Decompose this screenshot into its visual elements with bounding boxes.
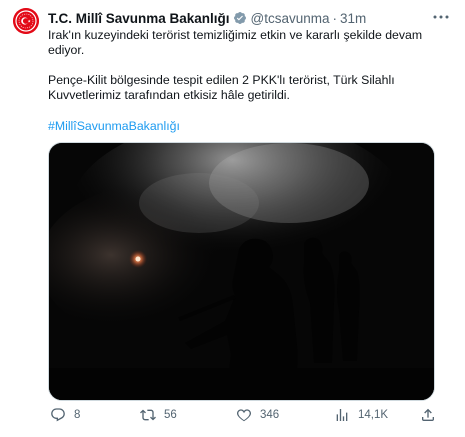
- ministry-emblem-icon: [13, 8, 39, 34]
- reply-count: 8: [74, 409, 81, 421]
- reply-button[interactable]: 8: [50, 406, 80, 424]
- tweet-header: T.C. Millî Savunma Bakanlığı @tcsavunma …: [48, 9, 366, 27]
- retweet-count: 56: [164, 409, 177, 421]
- heart-icon: [237, 409, 251, 422]
- share-icon: [422, 408, 434, 421]
- reply-icon: [51, 408, 65, 422]
- retweet-button[interactable]: 56: [140, 406, 177, 424]
- separator-dot: ·: [332, 10, 338, 26]
- like-count: 346: [260, 409, 280, 421]
- like-button[interactable]: 346: [236, 406, 279, 424]
- avatar[interactable]: [13, 8, 39, 34]
- verified-badge-icon: [233, 11, 247, 25]
- retweet-icon: [140, 409, 156, 421]
- views-count: 14,1K: [358, 409, 389, 421]
- handle[interactable]: @tcsavunma: [251, 11, 330, 26]
- tweet-paragraph-2: Pençe-Kilit bölgesinde tespit edilen 2 P…: [48, 73, 395, 102]
- hashtag-link[interactable]: #MillîSavunmaBakanlığı: [48, 119, 180, 134]
- display-name[interactable]: T.C. Millî Savunma Bakanlığı: [48, 11, 230, 26]
- tweet-actions: 8 56 346 14,1K: [48, 406, 443, 424]
- tweet[interactable]: T.C. Millî Savunma Bakanlığı @tcsavunma …: [0, 0, 465, 437]
- tweet-media-image[interactable]: [48, 142, 435, 401]
- soldiers-night-photo: [49, 143, 434, 400]
- share-button[interactable]: [420, 406, 444, 424]
- more-options-icon[interactable]: [431, 9, 451, 25]
- views-button[interactable]: 14,1K: [334, 406, 388, 424]
- views-icon: [336, 409, 348, 421]
- tweet-paragraph-1: Irak'ın kuzeyindeki terörist temizliğimi…: [48, 28, 423, 57]
- timestamp[interactable]: 31m: [340, 11, 366, 26]
